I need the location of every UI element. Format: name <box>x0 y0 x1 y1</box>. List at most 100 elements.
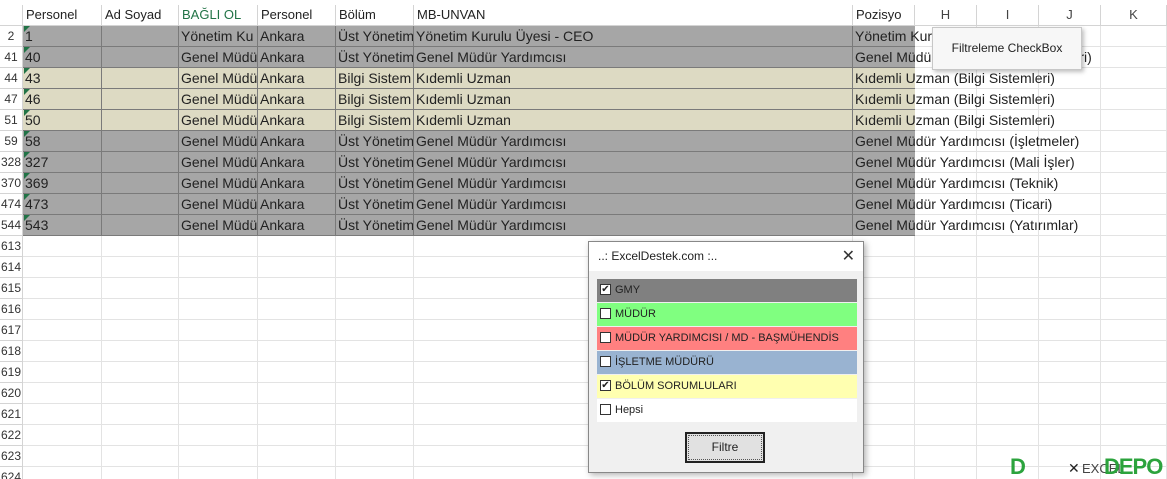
empty-cell[interactable] <box>102 446 179 467</box>
table-cell[interactable]: Yönetim Kurulu Üyesi (Yönetim) <box>853 26 1054 47</box>
empty-cell[interactable] <box>258 320 336 341</box>
empty-cell[interactable] <box>1101 257 1167 278</box>
filter-option[interactable]: ✔ GMY <box>597 279 857 302</box>
empty-cell[interactable] <box>915 425 977 446</box>
empty-cell[interactable] <box>23 425 102 446</box>
row-number[interactable]: 51 <box>0 110 23 131</box>
empty-cell[interactable] <box>977 257 1039 278</box>
empty-cell[interactable] <box>915 467 977 479</box>
empty-cell[interactable] <box>23 236 102 257</box>
table-cell[interactable]: Genel Müdür Yardımcısı <box>414 194 853 215</box>
empty-cell[interactable] <box>102 320 179 341</box>
empty-cell[interactable] <box>179 404 258 425</box>
table-cell[interactable]: 543 <box>23 215 102 236</box>
table-cell[interactable]: Kıdemli Uzman <box>414 89 853 110</box>
empty-cell[interactable] <box>1101 404 1167 425</box>
table-cell[interactable]: Genel Müdür Yardımcısı (İşletmeler) <box>853 131 1079 152</box>
table-cell[interactable]: 1 <box>23 26 102 47</box>
table-cell[interactable]: Ankara <box>258 68 336 89</box>
empty-cell[interactable] <box>336 341 414 362</box>
column-header[interactable]: J <box>1039 5 1101 26</box>
filter-option[interactable]: MÜDÜR YARDIMCISI / MD - BAŞMÜHENDİS <box>597 327 857 350</box>
row-number[interactable]: 621 <box>0 404 23 425</box>
empty-cell[interactable] <box>179 341 258 362</box>
table-cell[interactable]: Bilgi Sistem <box>336 68 414 89</box>
table-cell[interactable]: Üst Yönetim <box>336 26 414 47</box>
table-cell[interactable] <box>102 215 179 236</box>
empty-cell[interactable] <box>915 278 977 299</box>
empty-cell[interactable] <box>977 278 1039 299</box>
empty-cell[interactable] <box>102 404 179 425</box>
empty-cell[interactable] <box>336 383 414 404</box>
empty-cell[interactable] <box>977 299 1039 320</box>
empty-cell[interactable] <box>1101 425 1167 446</box>
empty-cell[interactable] <box>1101 299 1167 320</box>
empty-cell[interactable] <box>977 236 1039 257</box>
empty-cell[interactable] <box>336 362 414 383</box>
table-cell[interactable]: Üst Yönetim <box>336 131 414 152</box>
table-cell[interactable]: Genel Müdür Yardımcısı (Mali İşler) <box>853 152 1075 173</box>
table-cell[interactable]: Genel Müdü <box>179 194 258 215</box>
empty-cell[interactable] <box>1101 152 1167 173</box>
empty-cell[interactable] <box>258 383 336 404</box>
row-number[interactable]: 544 <box>0 215 23 236</box>
empty-cell[interactable] <box>1101 236 1167 257</box>
empty-cell[interactable] <box>977 320 1039 341</box>
row-number[interactable]: 59 <box>0 131 23 152</box>
table-cell[interactable] <box>102 131 179 152</box>
empty-cell[interactable] <box>915 299 977 320</box>
empty-cell[interactable] <box>977 404 1039 425</box>
empty-cell[interactable] <box>179 236 258 257</box>
column-header[interactable]: Ad Soyad <box>102 5 179 26</box>
empty-cell[interactable] <box>1039 278 1101 299</box>
row-number[interactable]: 623 <box>0 446 23 467</box>
empty-cell[interactable] <box>1101 383 1167 404</box>
empty-cell[interactable] <box>179 257 258 278</box>
empty-cell[interactable] <box>23 299 102 320</box>
empty-cell[interactable] <box>336 320 414 341</box>
table-cell[interactable]: Ankara <box>258 215 336 236</box>
empty-cell[interactable] <box>1039 362 1101 383</box>
row-number[interactable]: 619 <box>0 362 23 383</box>
empty-cell[interactable] <box>336 299 414 320</box>
table-cell[interactable]: Ankara <box>258 173 336 194</box>
table-cell[interactable]: Genel Müdür Yardımcısı <box>414 131 853 152</box>
empty-cell[interactable] <box>1039 299 1101 320</box>
column-header[interactable]: BAĞLI OL <box>179 5 258 26</box>
empty-cell[interactable] <box>1039 257 1101 278</box>
empty-cell[interactable] <box>23 278 102 299</box>
empty-cell[interactable] <box>23 446 102 467</box>
table-cell[interactable]: Üst Yönetim <box>336 194 414 215</box>
row-number[interactable]: 616 <box>0 299 23 320</box>
empty-cell[interactable] <box>1101 110 1167 131</box>
empty-cell[interactable] <box>1039 404 1101 425</box>
table-cell[interactable]: Genel Müdü <box>179 89 258 110</box>
empty-cell[interactable] <box>1039 341 1101 362</box>
empty-cell[interactable] <box>915 404 977 425</box>
table-cell[interactable]: 473 <box>23 194 102 215</box>
empty-cell[interactable] <box>258 257 336 278</box>
empty-cell[interactable] <box>336 404 414 425</box>
table-cell[interactable]: Genel Müdü <box>179 47 258 68</box>
table-cell[interactable]: 50 <box>23 110 102 131</box>
table-cell[interactable]: Genel Müdü <box>179 215 258 236</box>
row-number[interactable]: 618 <box>0 341 23 362</box>
empty-cell[interactable] <box>915 362 977 383</box>
table-cell[interactable]: Genel Müdür Yardımcısı <box>414 152 853 173</box>
row-number[interactable]: 614 <box>0 257 23 278</box>
table-cell[interactable]: 43 <box>23 68 102 89</box>
empty-cell[interactable] <box>179 299 258 320</box>
table-cell[interactable] <box>102 68 179 89</box>
row-number[interactable]: 617 <box>0 320 23 341</box>
row-number[interactable]: 620 <box>0 383 23 404</box>
empty-cell[interactable] <box>336 257 414 278</box>
table-cell[interactable]: Genel Müdü <box>179 173 258 194</box>
filter-option[interactable]: İŞLETME MÜDÜRÜ <box>597 351 857 374</box>
table-cell[interactable]: Ankara <box>258 110 336 131</box>
empty-cell[interactable] <box>915 341 977 362</box>
empty-cell[interactable] <box>1039 320 1101 341</box>
empty-cell[interactable] <box>1101 215 1167 236</box>
empty-cell[interactable] <box>336 446 414 467</box>
table-cell[interactable] <box>102 152 179 173</box>
empty-cell[interactable] <box>23 362 102 383</box>
